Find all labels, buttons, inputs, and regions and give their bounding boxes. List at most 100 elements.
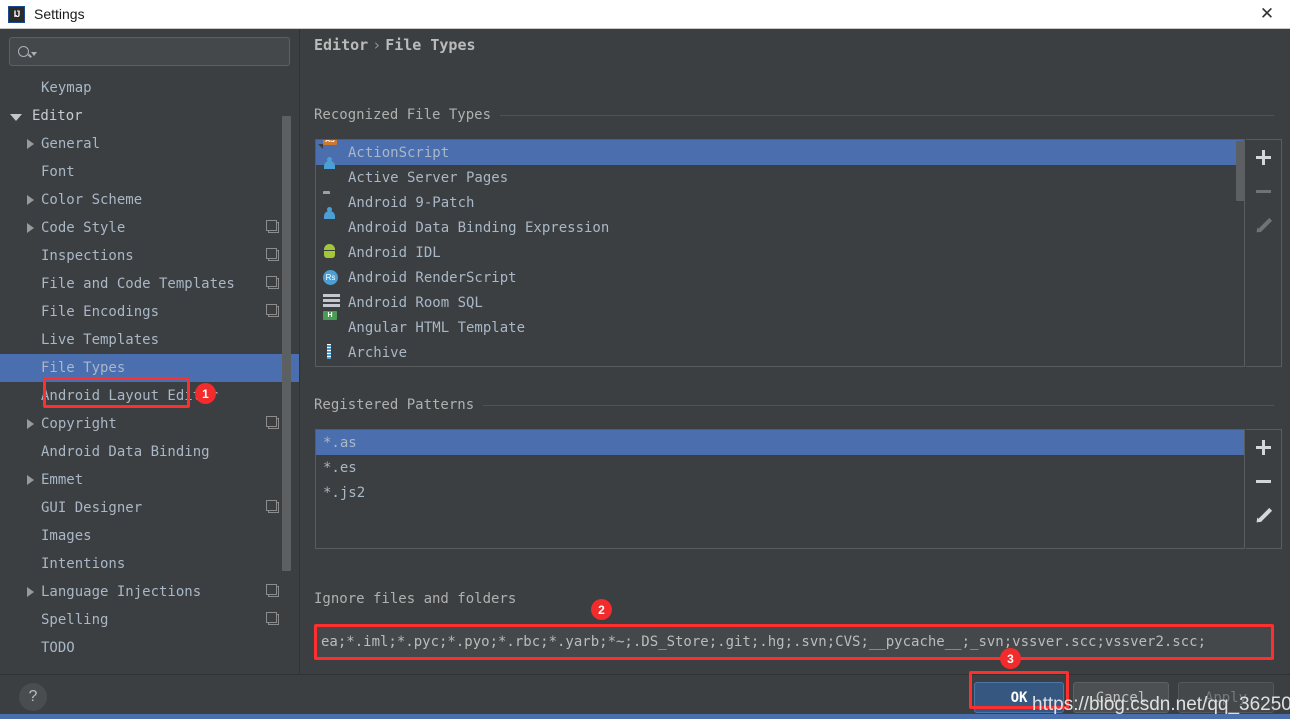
sidebar-item-keymap[interactable]: Keymap <box>0 74 299 102</box>
add-pattern-button[interactable] <box>1247 430 1281 464</box>
recognized-section-header: Recognized File Types <box>314 107 1274 123</box>
edit-file-type-button[interactable] <box>1247 208 1281 242</box>
sidebar-item-language-injections[interactable]: Language Injections <box>0 578 299 606</box>
bottom-accent-strip <box>0 714 1290 719</box>
sidebar-item-code-style[interactable]: Code Style <box>0 214 299 242</box>
copy-settings-icon[interactable] <box>266 248 279 261</box>
window-titlebar: IJ Settings ✕ <box>0 0 1290 29</box>
file-type-label: Android RenderScript <box>348 269 517 286</box>
recognized-list-scrollbar-thumb[interactable] <box>1236 141 1245 201</box>
breadcrumb: Editor › File Types <box>314 36 476 54</box>
chevron-right-icon[interactable] <box>27 139 34 149</box>
chevron-right-icon[interactable] <box>27 587 34 597</box>
sidebar-item-label: TODO <box>41 640 75 656</box>
file-type-row[interactable]: Android IDL <box>316 240 1244 265</box>
copy-settings-icon[interactable] <box>266 220 279 233</box>
watermark-text: https://blog.csdn.net/qq_36250202 <box>1032 694 1290 715</box>
sidebar-item-inspections[interactable]: Inspections <box>0 242 299 270</box>
sidebar-item-emmet[interactable]: Emmet <box>0 466 299 494</box>
remove-file-type-button[interactable] <box>1247 174 1281 208</box>
sidebar-item-intentions[interactable]: Intentions <box>0 550 299 578</box>
sidebar-item-spelling[interactable]: Spelling <box>0 606 299 634</box>
file-type-label: Archive <box>348 344 408 361</box>
file-type-label: Android Data Binding Expression <box>348 219 610 236</box>
sidebar-item-font[interactable]: Font <box>0 158 299 186</box>
sidebar-scrollbar-track[interactable] <box>282 71 295 636</box>
patterns-section-header: Registered Patterns <box>314 397 1274 413</box>
copy-settings-icon[interactable] <box>266 584 279 597</box>
pattern-label: *.js2 <box>323 484 366 501</box>
sidebar-item-file-and-code-templates[interactable]: File and Code Templates <box>0 270 299 298</box>
section-divider <box>483 404 1274 406</box>
sidebar-item-editor[interactable]: Editor <box>0 102 299 130</box>
registered-patterns-list[interactable]: *.as *.es *.js2 <box>315 429 1245 549</box>
minus-icon <box>1256 479 1271 483</box>
sidebar-item-file-encodings[interactable]: File Encodings <box>0 298 299 326</box>
sidebar-item-label: Android Data Binding <box>41 444 210 460</box>
recognized-file-types-list[interactable]: AS ActionScript Active Server Pages Android… <box>315 139 1245 367</box>
sidebar-item-android-data-binding[interactable]: Android Data Binding <box>0 438 299 466</box>
search-input[interactable] <box>37 44 289 59</box>
sidebar-item-gui-designer[interactable]: GUI Designer <box>0 494 299 522</box>
search-container <box>0 29 299 72</box>
angular-html-icon: H <box>323 311 340 336</box>
window-title: Settings <box>34 6 85 22</box>
chevron-right-icon[interactable] <box>27 195 34 205</box>
chevron-right-icon[interactable] <box>27 475 34 485</box>
renderscript-icon: Rs <box>323 269 340 286</box>
file-type-row[interactable]: Rs Android RenderScript <box>316 265 1244 290</box>
highlight-file-types <box>43 377 190 408</box>
sidebar-item-copyright[interactable]: Copyright <box>0 410 299 438</box>
copy-settings-icon[interactable] <box>266 500 279 513</box>
copy-settings-icon[interactable] <box>266 276 279 289</box>
chevron-down-icon[interactable] <box>10 114 22 121</box>
annotation-badge-2: 2 <box>591 599 612 620</box>
sidebar-item-label: Color Scheme <box>41 192 143 208</box>
breadcrumb-separator-icon: › <box>372 36 382 54</box>
sidebar-item-label: File and Code Templates <box>41 276 235 292</box>
pattern-row[interactable]: *.es <box>316 455 1244 480</box>
sidebar-item-label: Keymap <box>41 80 92 96</box>
file-type-row[interactable]: Active Server Pages <box>316 157 1244 190</box>
annotation-badge-3: 3 <box>1000 648 1021 669</box>
pattern-row[interactable]: *.as <box>316 430 1244 455</box>
close-icon[interactable]: ✕ <box>1244 0 1290 28</box>
copy-settings-icon[interactable] <box>266 612 279 625</box>
sidebar-scrollbar-thumb[interactable] <box>282 116 291 571</box>
sidebar-item-label: Copyright <box>41 416 117 432</box>
highlight-ignore-field <box>314 624 1274 660</box>
add-file-type-button[interactable] <box>1247 140 1281 174</box>
breadcrumb-root[interactable]: Editor <box>314 36 368 54</box>
file-type-row[interactable]: Android Room SQL <box>316 290 1244 315</box>
file-type-row[interactable]: H Angular HTML Template <box>316 311 1244 340</box>
chevron-right-icon[interactable] <box>27 419 34 429</box>
sidebar-item-color-scheme[interactable]: Color Scheme <box>0 186 299 214</box>
file-type-row[interactable]: Android Data Binding Expression <box>316 207 1244 240</box>
copy-settings-icon[interactable] <box>266 416 279 429</box>
sidebar-item-label: Images <box>41 528 92 544</box>
sidebar-item-label: GUI Designer <box>41 500 143 516</box>
help-button[interactable]: ? <box>19 683 47 711</box>
pattern-row[interactable]: *.js2 <box>316 480 1244 505</box>
minus-icon <box>1256 189 1271 193</box>
sidebar-item-label: Editor <box>32 108 83 124</box>
sql-table-icon <box>323 294 340 311</box>
sidebar-item-general[interactable]: General <box>0 130 299 158</box>
chevron-right-icon[interactable] <box>27 223 34 233</box>
search-box[interactable] <box>9 37 290 66</box>
file-type-row[interactable]: Archive <box>316 340 1244 365</box>
section-divider <box>500 114 1274 116</box>
sidebar-item-live-templates[interactable]: Live Templates <box>0 326 299 354</box>
sidebar-item-images[interactable]: Images <box>0 522 299 550</box>
sidebar-item-label: General <box>41 136 101 152</box>
search-icon <box>18 46 29 57</box>
remove-pattern-button[interactable] <box>1247 464 1281 498</box>
edit-pattern-button[interactable] <box>1247 498 1281 532</box>
settings-tree: Keymap Editor General Font Color Scheme Code … <box>0 72 299 662</box>
copy-settings-icon[interactable] <box>266 304 279 317</box>
file-type-row[interactable]: Android 9-Patch <box>316 190 1244 215</box>
recognized-list-toolbar <box>1246 139 1282 367</box>
file-type-row[interactable]: AS ActionScript <box>316 140 1244 165</box>
file-type-label: Android Room SQL <box>348 294 483 311</box>
sidebar-item-todo[interactable]: TODO <box>0 634 299 662</box>
